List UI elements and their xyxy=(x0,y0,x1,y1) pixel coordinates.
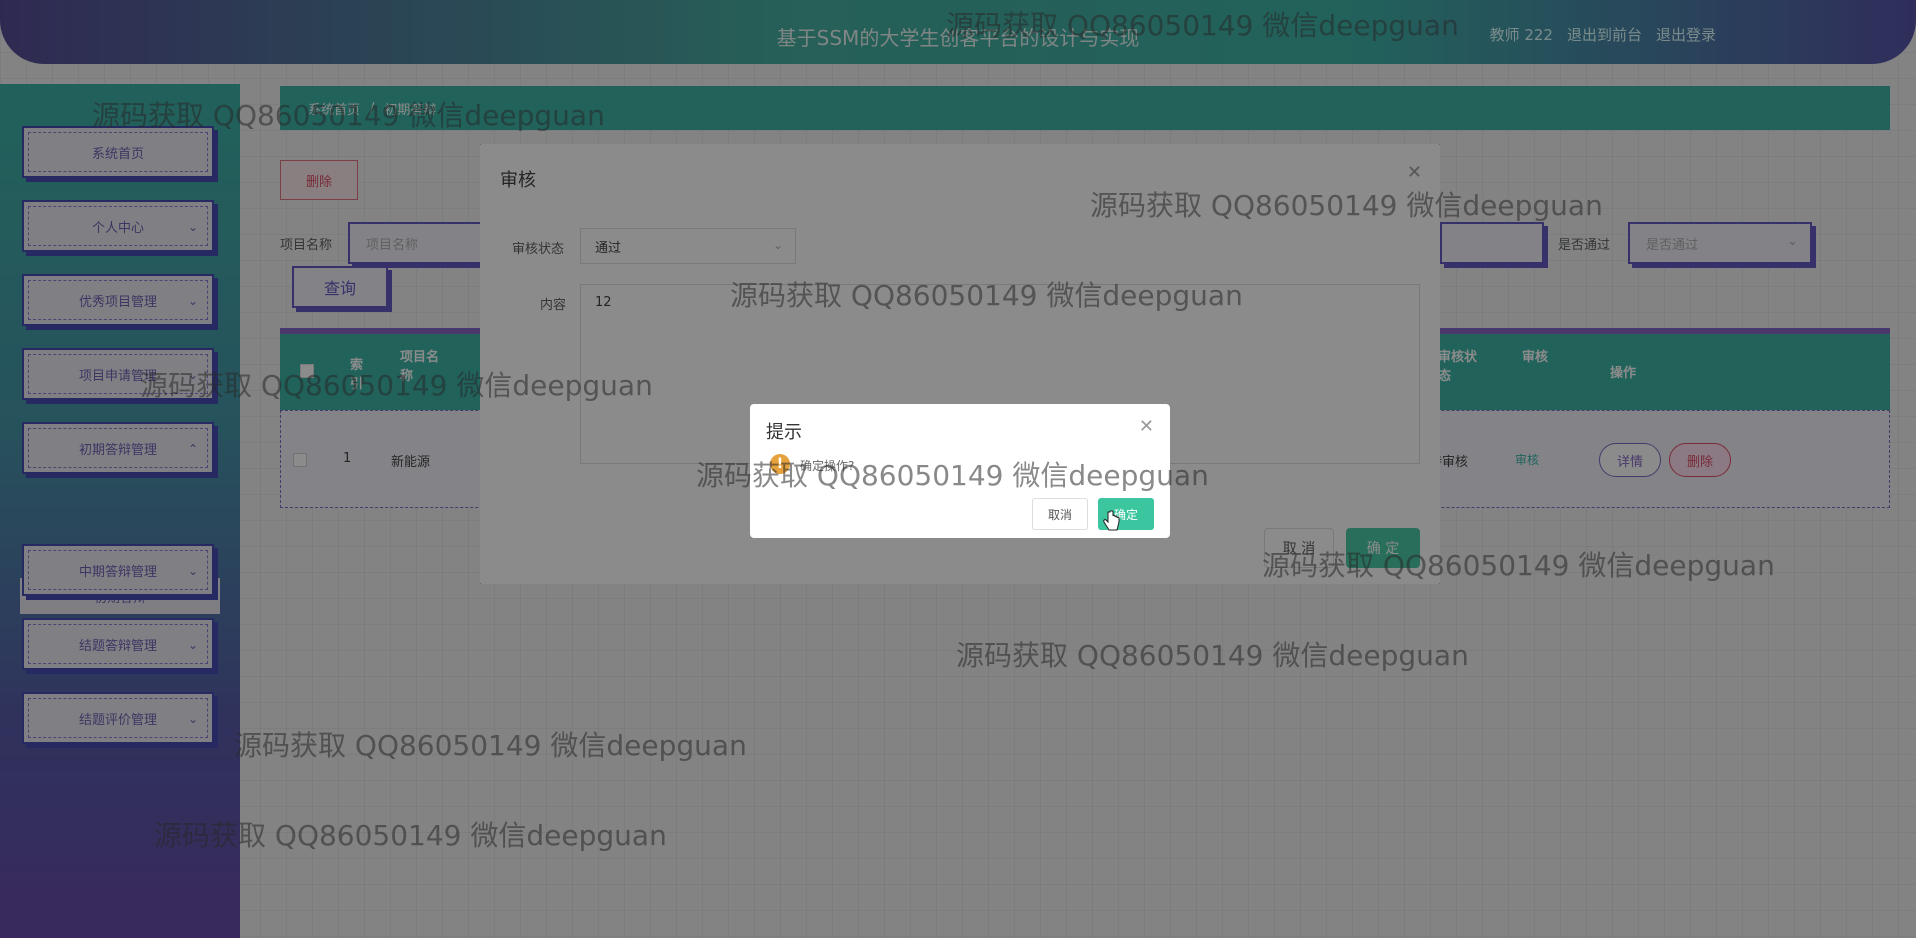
close-icon[interactable]: ✕ xyxy=(1139,416,1154,437)
confirm-dialog-title: 提示 xyxy=(766,422,802,443)
confirm-cancel-button[interactable]: 取消 xyxy=(1032,498,1088,530)
hand-pointer-icon xyxy=(1103,510,1120,531)
warning-icon: ! xyxy=(770,454,790,474)
confirm-message: 确定操作? xyxy=(800,459,855,473)
